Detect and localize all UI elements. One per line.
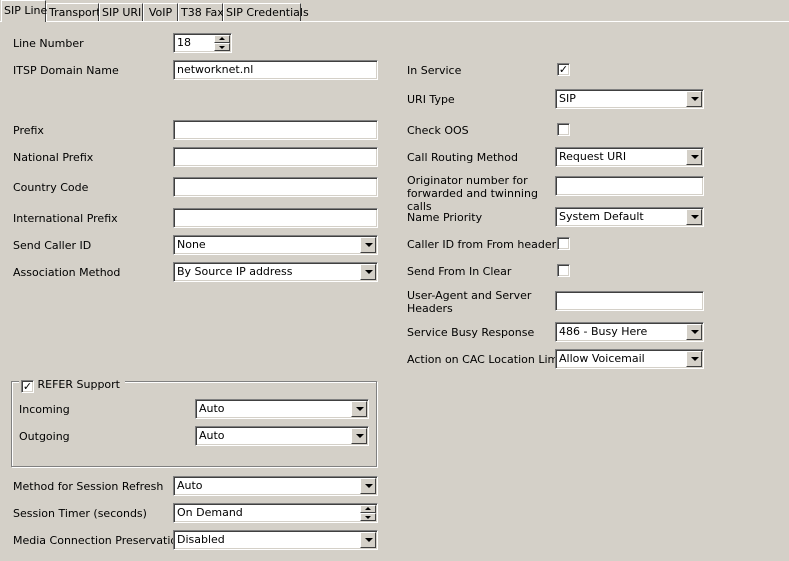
uri-type-select[interactable]: SIP [555, 89, 704, 109]
refer-support-checkbox[interactable]: ✓ [21, 380, 34, 393]
chevron-down-icon[interactable] [686, 324, 702, 340]
prefix-label: Prefix [13, 124, 44, 137]
session-timer-value: On Demand [177, 506, 243, 519]
country-code-label: Country Code [13, 181, 89, 194]
tab-t38-fax[interactable]: T38 Fax [178, 3, 224, 21]
name-priority-select[interactable]: System Default [555, 207, 704, 227]
chevron-down-icon[interactable] [360, 264, 376, 280]
name-priority-value: System Default [559, 210, 644, 223]
national-prefix-label: National Prefix [13, 151, 94, 164]
caller-id-from-label: Caller ID from From header [407, 238, 557, 251]
send-caller-id-label: Send Caller ID [13, 239, 92, 252]
in-service-label: In Service [407, 64, 462, 77]
user-agent-label: User-Agent and Server Headers [407, 289, 532, 315]
session-refresh-select[interactable]: Auto [173, 476, 378, 496]
chevron-down-icon[interactable] [360, 532, 376, 548]
session-refresh-value: Auto [177, 479, 203, 492]
service-busy-label: Service Busy Response [407, 326, 535, 339]
outgoing-select[interactable]: Auto [195, 426, 369, 446]
tab-sip-credentials[interactable]: SIP Credentials [223, 3, 309, 21]
tab-transport[interactable]: Transport [46, 3, 101, 21]
itsp-domain-label: ITSP Domain Name [13, 64, 119, 77]
service-busy-value: 486 - Busy Here [559, 325, 648, 338]
tab-sip-line[interactable]: SIP Line [1, 0, 47, 22]
spin-arrows-icon[interactable] [360, 505, 376, 521]
uri-type-label: URI Type [407, 93, 455, 106]
international-prefix-input[interactable] [173, 208, 378, 228]
outgoing-label: Outgoing [19, 430, 70, 443]
chevron-down-icon[interactable] [351, 428, 367, 444]
originator-label: Originator number for forwarded and twin… [407, 174, 538, 213]
send-from-clear-checkbox[interactable] [557, 264, 570, 277]
call-routing-value: Request URI [559, 150, 627, 163]
line-number-value: 18 [177, 36, 191, 49]
uri-type-value: SIP [559, 92, 576, 105]
itsp-domain-input[interactable]: networknet.nl [173, 60, 378, 80]
call-routing-label: Call Routing Method [407, 151, 518, 164]
outgoing-value: Auto [199, 429, 225, 442]
chevron-down-icon[interactable] [360, 478, 376, 494]
tab-bar: SIP Line Transport SIP URI VoIP T38 Fax … [0, 0, 789, 23]
originator-input[interactable] [555, 176, 704, 196]
incoming-select[interactable]: Auto [195, 399, 369, 419]
caller-id-from-checkbox[interactable] [557, 237, 570, 250]
check-oos-label: Check OOS [407, 124, 469, 137]
association-method-select[interactable]: By Source IP address [173, 262, 378, 282]
chevron-down-icon[interactable] [686, 91, 702, 107]
association-method-label: Association Method [13, 266, 121, 279]
session-timer-label: Session Timer (seconds) [13, 507, 147, 520]
spin-arrows-icon[interactable] [214, 35, 230, 51]
media-preservation-value: Disabled [177, 533, 225, 546]
chevron-down-icon[interactable] [360, 237, 376, 253]
national-prefix-input[interactable] [173, 147, 378, 167]
chevron-down-icon[interactable] [686, 351, 702, 367]
send-from-clear-label: Send From In Clear [407, 265, 512, 278]
refer-support-legend: ✓ REFER Support [19, 377, 125, 393]
check-oos-checkbox[interactable] [557, 123, 570, 136]
media-preservation-select[interactable]: Disabled [173, 530, 378, 550]
tab-sip-uri[interactable]: SIP URI [99, 3, 143, 21]
chevron-down-icon[interactable] [686, 149, 702, 165]
call-routing-select[interactable]: Request URI [555, 147, 704, 167]
cac-action-value: Allow Voicemail [559, 352, 645, 365]
send-caller-id-select[interactable]: None [173, 235, 378, 255]
name-priority-label: Name Priority [407, 211, 483, 224]
media-preservation-label: Media Connection Preservation [13, 534, 185, 547]
cac-action-select[interactable]: Allow Voicemail [555, 349, 704, 369]
association-method-value: By Source IP address [177, 265, 293, 278]
session-refresh-label: Method for Session Refresh [13, 480, 164, 493]
incoming-label: Incoming [19, 403, 70, 416]
tab-voip[interactable]: VoIP [143, 3, 178, 21]
refer-support-group [11, 381, 377, 467]
country-code-input[interactable] [173, 177, 378, 197]
send-caller-id-value: None [177, 238, 206, 251]
refer-support-label: REFER Support [37, 378, 121, 391]
session-timer-stepper[interactable]: On Demand [173, 503, 378, 523]
prefix-input[interactable] [173, 120, 378, 140]
incoming-value: Auto [199, 402, 225, 415]
chevron-down-icon[interactable] [686, 209, 702, 225]
line-number-label: Line Number [13, 37, 84, 50]
chevron-down-icon[interactable] [351, 401, 367, 417]
user-agent-input[interactable] [555, 291, 704, 311]
line-number-stepper[interactable]: 18 [173, 33, 232, 53]
cac-action-label: Action on CAC Location Limit [407, 353, 566, 366]
service-busy-select[interactable]: 486 - Busy Here [555, 322, 704, 342]
in-service-checkbox[interactable]: ✓ [557, 63, 570, 76]
international-prefix-label: International Prefix [13, 212, 118, 225]
